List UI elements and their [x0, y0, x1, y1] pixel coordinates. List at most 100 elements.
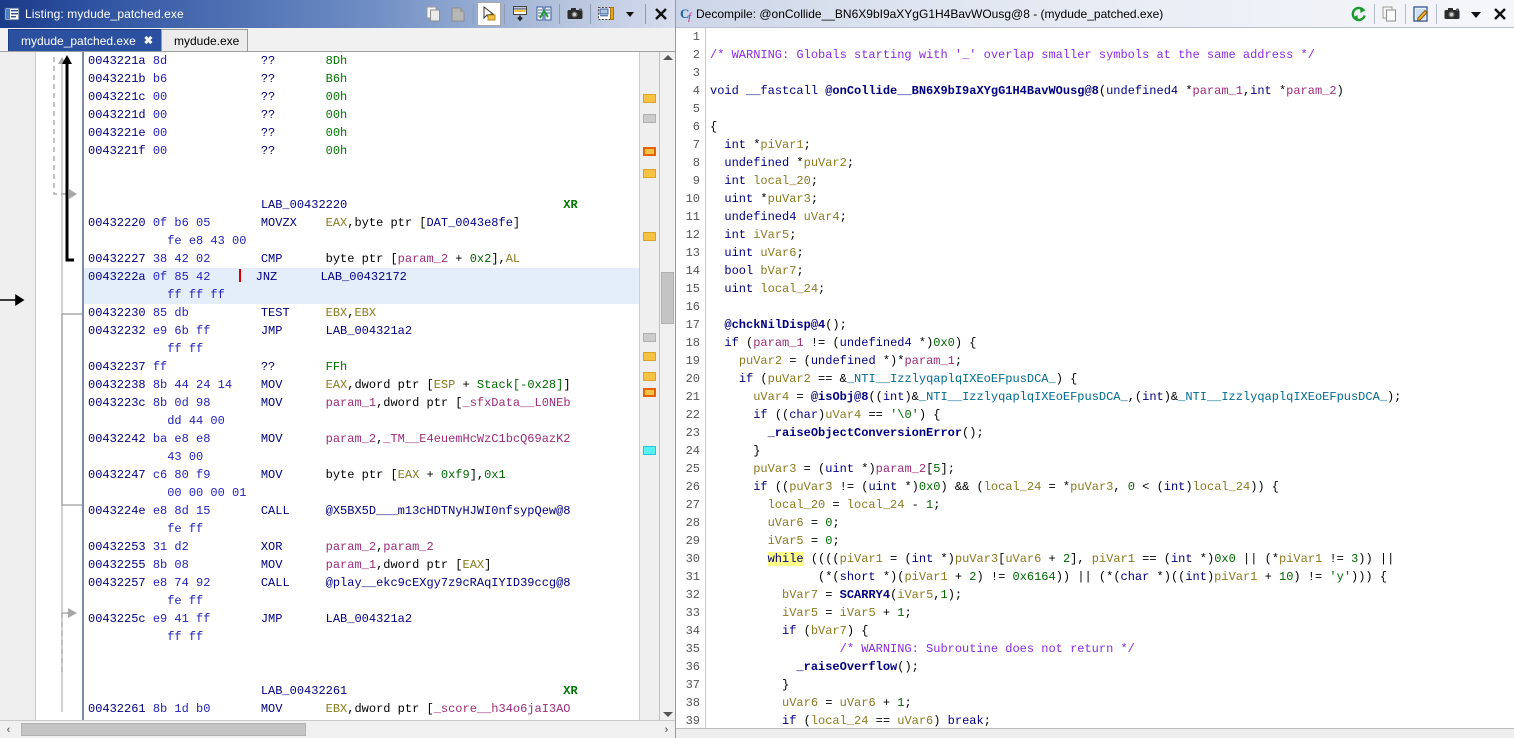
close-icon[interactable] — [1488, 2, 1512, 26]
listing-instruction-row[interactable]: 00432261 8b 1d b0 MOV EBX,dword ptr [_sc… — [84, 700, 639, 718]
scroll-thumb[interactable] — [661, 272, 674, 324]
listing-label-row[interactable]: LAB_00432261 XR — [84, 682, 639, 700]
diff-view-icon[interactable] — [532, 2, 556, 26]
listing-vertical-scrollbar[interactable] — [659, 52, 675, 720]
listing-continuation-row[interactable]: ff ff — [84, 628, 639, 646]
listing-instruction-row[interactable]: 0043221e 00 ?? 00h — [84, 124, 639, 142]
listing-instruction-row[interactable]: 0043225c e9 41 ff JMP LAB_004321a2 — [84, 610, 639, 628]
decompile-code-line[interactable]: uint uVar6; — [710, 244, 1514, 262]
decompile-code-line[interactable]: /* WARNING: Subroutine does not return *… — [710, 640, 1514, 658]
decompile-code-line[interactable]: iVar5 = 0; — [710, 532, 1514, 550]
listing-horizontal-scrollbar[interactable]: ‹ › — [0, 720, 675, 738]
scroll-down-icon[interactable] — [663, 712, 673, 717]
listing-blank-line[interactable] — [84, 178, 639, 196]
decompile-code-line[interactable]: void __fastcall @onCollide__BN6X9bI9aXYg… — [710, 82, 1514, 100]
scroll-right-icon[interactable]: › — [658, 721, 675, 738]
listing-instruction-row[interactable]: 00432237 ff ?? FFh — [84, 358, 639, 376]
decompile-code-line[interactable]: { — [710, 118, 1514, 136]
bookmark-marker[interactable] — [643, 388, 656, 397]
decompile-code-line[interactable]: uVar6 = uVar6 + 1; — [710, 694, 1514, 712]
listing-instruction-row[interactable]: 0043222a 0f 85 42 JNZ LAB_00432172 — [84, 268, 639, 286]
hscroll-track[interactable] — [17, 721, 658, 738]
listing-code-pane[interactable]: 0043221a 8d ?? 8Dh 0043221b b6 ?? B6h 0043… — [84, 52, 639, 720]
listing-instruction-row[interactable]: 0043221a 8d ?? 8Dh — [84, 52, 639, 70]
layout-icon[interactable] — [594, 2, 618, 26]
dropdown-arrow-icon[interactable] — [1464, 2, 1488, 26]
listing-marker-margin[interactable] — [639, 52, 659, 720]
listing-continuation-row[interactable]: fe e8 43 00 — [84, 232, 639, 250]
decompile-code-line[interactable]: (*(short *)(piVar1 + 2) != 0x6164)) || (… — [710, 568, 1514, 586]
bookmark-marker[interactable] — [643, 147, 656, 156]
decompile-code-line[interactable]: @chckNilDisp@4(); — [710, 316, 1514, 334]
decompile-code-line[interactable]: int local_20; — [710, 172, 1514, 190]
listing-label-row[interactable]: LAB_00432220 XR — [84, 196, 639, 214]
listing-continuation-row[interactable]: dd 44 00 — [84, 718, 639, 720]
decompile-code-line[interactable]: if (bVar7) { — [710, 622, 1514, 640]
listing-instruction-row[interactable]: 00432220 0f b6 05 MOVZX EAX,byte ptr [DA… — [84, 214, 639, 232]
listing-continuation-row[interactable]: fe ff — [84, 520, 639, 538]
listing-instruction-row[interactable]: 00432230 85 db TEST EBX,EBX — [84, 304, 639, 322]
decompile-code[interactable]: /* WARNING: Globals starting with '_' ov… — [706, 28, 1514, 728]
listing-continuation-row[interactable]: dd 44 00 — [84, 412, 639, 430]
listing-continuation-row[interactable]: fe ff — [84, 592, 639, 610]
listing-instruction-row[interactable]: 00432238 8b 44 24 14 MOV EAX,dword ptr [… — [84, 376, 639, 394]
refresh-icon[interactable] — [1347, 2, 1371, 26]
bookmark-marker[interactable] — [643, 446, 656, 455]
decompile-code-line[interactable]: if (param_1 != (undefined4 *)0x0) { — [710, 334, 1514, 352]
decompile-code-line[interactable]: iVar5 = iVar5 + 1; — [710, 604, 1514, 622]
bookmark-marker[interactable] — [643, 94, 656, 103]
tab-mydude-patched[interactable]: mydude_patched.exe ✖ — [8, 29, 162, 51]
decompile-code-line[interactable]: _raiseOverflow(); — [710, 658, 1514, 676]
bookmark-marker[interactable] — [643, 352, 656, 361]
decompile-code-line[interactable]: if ((char)uVar4 == '\0') { — [710, 406, 1514, 424]
cursor-select-icon[interactable] — [477, 2, 501, 26]
close-icon[interactable] — [649, 2, 673, 26]
scroll-left-icon[interactable]: ‹ — [0, 721, 17, 738]
decompile-code-line[interactable]: puVar2 = (undefined *)*param_1; — [710, 352, 1514, 370]
tab-mydude[interactable]: mydude.exe — [160, 29, 249, 51]
decompile-code-line[interactable]: undefined *puVar2; — [710, 154, 1514, 172]
listing-instruction-row[interactable]: 00432255 8b 08 MOV param_1,dword ptr [EA… — [84, 556, 639, 574]
decompile-code-line[interactable] — [710, 298, 1514, 316]
listing-instruction-row[interactable]: 00432257 e8 74 92 CALL @play__ekc9cEXgy7… — [84, 574, 639, 592]
paste-icon[interactable] — [446, 2, 470, 26]
decompile-code-line[interactable] — [710, 64, 1514, 82]
tab-close-icon[interactable]: ✖ — [144, 34, 153, 47]
dropdown-arrow-icon[interactable] — [618, 2, 642, 26]
listing-blank-line[interactable] — [84, 160, 639, 178]
listing-blank-line[interactable] — [84, 646, 639, 664]
decompile-code-line[interactable]: uint local_24; — [710, 280, 1514, 298]
bookmark-marker[interactable] — [643, 232, 656, 241]
edit-icon[interactable] — [1409, 2, 1433, 26]
listing-continuation-row[interactable]: ff ff — [84, 340, 639, 358]
listing-instruction-row[interactable]: 00432247 c6 80 f9 MOV byte ptr [EAX + 0x… — [84, 466, 639, 484]
listing-instruction-row[interactable]: 0043224e e8 8d 15 CALL @X5BX5D___m13cHDT… — [84, 502, 639, 520]
decompile-code-line[interactable]: /* WARNING: Globals starting with '_' ov… — [710, 46, 1514, 64]
listing-instruction-row[interactable]: 0043221f 00 ?? 00h — [84, 142, 639, 160]
decompile-code-line[interactable]: if (puVar2 == &_NTI__IzzlyqaplqIXEoEFpus… — [710, 370, 1514, 388]
scroll-up-icon[interactable] — [663, 55, 673, 60]
listing-blank-line[interactable] — [84, 664, 639, 682]
bookmark-marker[interactable] — [643, 372, 656, 381]
hscroll-thumb[interactable] — [21, 723, 306, 736]
listing-instruction-row[interactable]: 0043221b b6 ?? B6h — [84, 70, 639, 88]
decompile-code-line[interactable]: uVar6 = 0; — [710, 514, 1514, 532]
decompile-code-line[interactable]: } — [710, 676, 1514, 694]
bookmark-marker[interactable] — [643, 333, 656, 342]
camera-icon[interactable] — [1440, 2, 1464, 26]
listing-instruction-row[interactable]: 00432253 31 d2 XOR param_2,param_2 — [84, 538, 639, 556]
bookmark-marker[interactable] — [643, 169, 656, 178]
listing-instruction-row[interactable]: 0043223c 8b 0d 98 MOV param_1,dword ptr … — [84, 394, 639, 412]
listing-continuation-row[interactable]: 00 00 00 01 — [84, 484, 639, 502]
listing-instruction-row[interactable]: 00432227 38 42 02 CMP byte ptr [param_2 … — [84, 250, 639, 268]
listing-instruction-row[interactable]: 00432242 ba e8 e8 MOV param_2,_TM__E4eue… — [84, 430, 639, 448]
copy-icon[interactable] — [422, 2, 446, 26]
decompile-code-line[interactable] — [710, 100, 1514, 118]
listing-continuation-row[interactable]: 43 00 — [84, 448, 639, 466]
decompile-code-line[interactable]: _raiseObjectConversionError(); — [710, 424, 1514, 442]
decompile-code-line[interactable]: puVar3 = (uint *)param_2[5]; — [710, 460, 1514, 478]
snapshot-table-icon[interactable] — [508, 2, 532, 26]
decompile-code-line[interactable]: local_20 = local_24 - 1; — [710, 496, 1514, 514]
copy-icon[interactable] — [1378, 2, 1402, 26]
bookmark-marker[interactable] — [643, 114, 656, 123]
